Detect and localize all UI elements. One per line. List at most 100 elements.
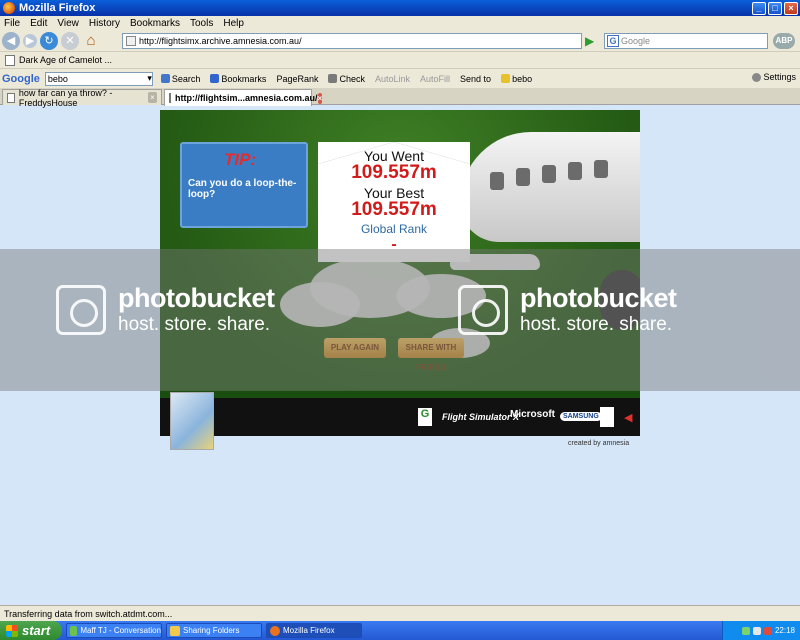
- tab-label: how far can ya throw? - FreddysHouse: [18, 87, 113, 108]
- firefox-icon: [270, 625, 280, 636]
- watermark-brand: photobucket: [520, 283, 677, 313]
- volume-icon[interactable]: [752, 626, 761, 635]
- highlight-icon: [501, 74, 511, 83]
- score-card: You Went 109.557m Your Best 109.557m Glo…: [318, 142, 470, 262]
- close-button[interactable]: ×: [784, 1, 798, 15]
- menu-history[interactable]: History: [89, 18, 120, 29]
- task-sharing-folders[interactable]: Sharing Folders: [166, 623, 262, 638]
- search-box[interactable]: G Google: [604, 33, 768, 49]
- search-icon: [160, 74, 170, 83]
- task-firefox[interactable]: Mozilla Firefox: [266, 623, 362, 638]
- minimize-button[interactable]: _: [752, 1, 766, 15]
- status-bar: Transferring data from switch.atdmt.com.…: [0, 605, 800, 621]
- star-icon: [210, 74, 220, 83]
- tab-freddyshouse[interactable]: how far can ya throw? - FreddysHouse ×: [2, 87, 162, 108]
- samsung-logo: SAMSUNG: [560, 412, 602, 421]
- google-bookmarks-button[interactable]: Bookmarks: [210, 74, 266, 84]
- fsx-logo: Flight Simulator X: [442, 412, 520, 422]
- menu-bookmarks[interactable]: Bookmarks: [130, 18, 180, 29]
- window-graphic: [568, 162, 582, 180]
- send-to-button[interactable]: Send to: [460, 74, 491, 84]
- bebo-button[interactable]: bebo: [501, 74, 532, 84]
- tip-box: TIP: Can you do a loop-the-loop?: [180, 142, 308, 228]
- window-graphic: [490, 172, 504, 190]
- rating-logo: G: [418, 408, 432, 426]
- window-title: Mozilla Firefox: [19, 2, 96, 14]
- window-graphic: [594, 160, 608, 178]
- product-box-image: [170, 392, 214, 450]
- watermark-tagline: host. store. share.: [520, 314, 673, 335]
- forward-button[interactable]: ▶: [23, 33, 37, 48]
- watermark-brand: photobucket: [118, 283, 275, 313]
- photobucket-watermark: photobucket host. store. share.: [458, 283, 677, 336]
- security-icon[interactable]: [763, 626, 772, 635]
- autofill-button[interactable]: AutoFill: [420, 74, 450, 84]
- adblock-button[interactable]: ABP: [773, 33, 795, 49]
- stop-button[interactable]: ✕: [61, 31, 79, 50]
- back-button[interactable]: ◀: [2, 31, 20, 50]
- photobucket-watermark: photobucket host. store. share.: [56, 283, 275, 336]
- tab-close-icon[interactable]: ×: [147, 92, 157, 103]
- speaker-icon[interactable]: ◀: [624, 411, 634, 424]
- bookmark-item[interactable]: Dark Age of Camelot ...: [19, 55, 112, 65]
- task-label: Maff TJ - Conversation: [80, 626, 161, 635]
- maximize-button[interactable]: □: [768, 1, 782, 15]
- reload-button[interactable]: ↻: [40, 31, 58, 50]
- bookmark-page-icon: [5, 54, 15, 66]
- task-label: Mozilla Firefox: [283, 626, 335, 635]
- distance-value: 109.557m: [351, 162, 437, 183]
- watermark-tagline: host. store. share.: [118, 314, 271, 335]
- folder-icon: [170, 625, 180, 636]
- settings-button[interactable]: Settings: [752, 72, 796, 82]
- start-label: start: [22, 623, 51, 638]
- task-conversation[interactable]: Maff TJ - Conversation: [66, 623, 162, 638]
- wrench-icon: [752, 72, 762, 82]
- tab-page-icon: [7, 92, 15, 103]
- credit-text[interactable]: created by amnesia: [568, 440, 629, 447]
- dropdown-icon[interactable]: ▾: [147, 73, 152, 84]
- windows-flag-icon: [6, 624, 18, 637]
- window-titlebar: Mozilla Firefox _ □ ×: [0, 0, 800, 16]
- pagerank-indicator[interactable]: PageRank: [276, 74, 318, 84]
- settings-label: Settings: [763, 72, 796, 82]
- start-button[interactable]: start: [0, 621, 62, 640]
- messenger-icon: [70, 625, 78, 636]
- address-text: http://flightsimx.archive.amnesia.com.au…: [139, 36, 302, 46]
- tab-label: http://flightsim...amnesia.com.au/: [175, 93, 318, 103]
- clock[interactable]: 22:18: [775, 626, 795, 635]
- menu-file[interactable]: File: [4, 18, 20, 29]
- page-favicon-icon: [126, 36, 136, 46]
- rating-badge-icon: [600, 407, 614, 427]
- tab-close-icon[interactable]: ×: [317, 92, 323, 104]
- menu-view[interactable]: View: [57, 18, 79, 29]
- address-bar[interactable]: http://flightsimx.archive.amnesia.com.au…: [122, 33, 582, 49]
- spell-check-button[interactable]: Check: [328, 74, 365, 84]
- menu-tools[interactable]: Tools: [190, 18, 213, 29]
- google-search-input[interactable]: bebo ▾: [44, 71, 153, 86]
- camera-icon: [56, 284, 106, 335]
- google-search-button[interactable]: Search: [160, 74, 200, 84]
- check-label: Check: [339, 73, 365, 84]
- menu-help[interactable]: Help: [223, 18, 244, 29]
- google-logo[interactable]: Google: [2, 73, 40, 85]
- firefox-icon: [3, 2, 15, 14]
- autolink-button[interactable]: AutoLink: [375, 74, 410, 84]
- airliner-graphic: [460, 132, 640, 242]
- network-icon[interactable]: [741, 626, 750, 635]
- google-toolbar: Google bebo ▾ Search Bookmarks PageRank …: [0, 69, 800, 88]
- task-label: Sharing Folders: [183, 626, 240, 635]
- system-tray: 22:18: [722, 621, 800, 640]
- search-engine-icon[interactable]: G: [607, 35, 619, 47]
- microsoft-logo: Microsoft: [510, 409, 555, 420]
- tip-title: TIP:: [224, 150, 257, 169]
- tab-flightsim[interactable]: http://flightsim...amnesia.com.au/ ×: [164, 89, 323, 106]
- menu-edit[interactable]: Edit: [30, 18, 47, 29]
- home-button[interactable]: ⌂: [82, 32, 100, 50]
- go-arrow-icon[interactable]: ▶: [585, 34, 597, 48]
- bookmarks-toolbar: Dark Age of Camelot ...: [0, 52, 800, 69]
- bebo-label: bebo: [512, 73, 533, 84]
- google-bookmarks-label: Bookmarks: [221, 73, 267, 84]
- tip-text: Can you do a loop-the-loop?: [188, 178, 297, 200]
- spellcheck-icon: [328, 74, 338, 83]
- window-graphic: [542, 165, 556, 183]
